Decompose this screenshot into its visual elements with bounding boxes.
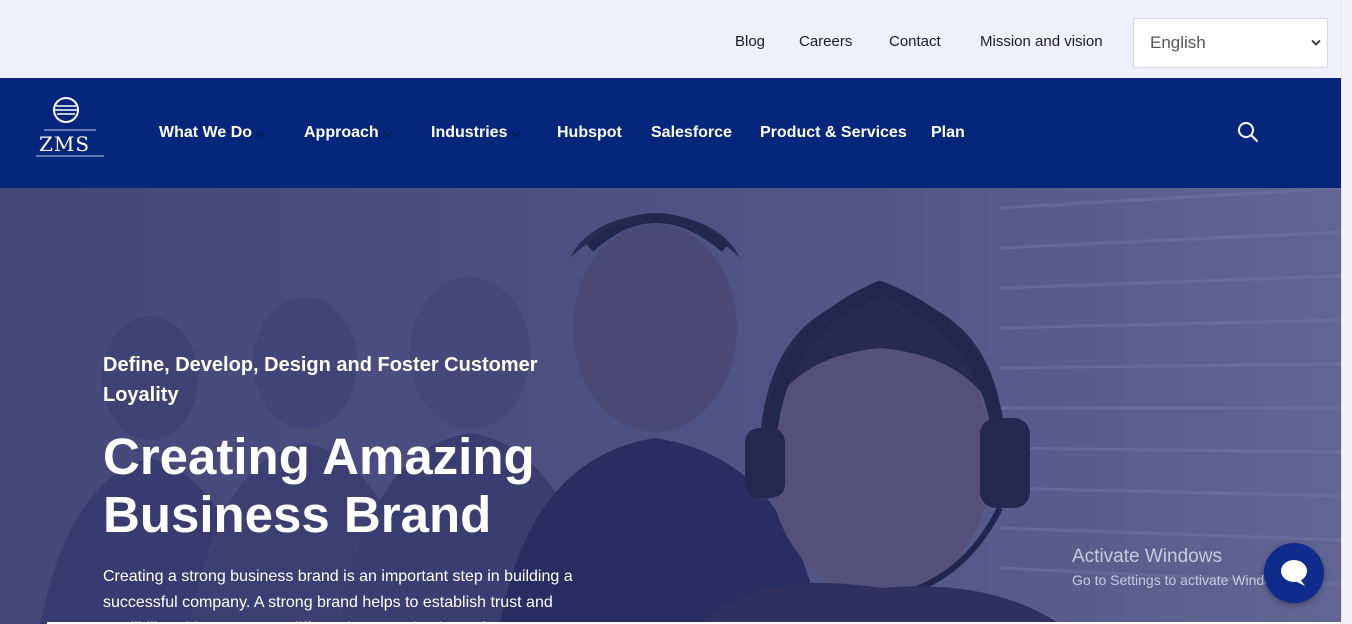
nav-item-label: Industries: [431, 124, 508, 141]
windows-activation-watermark: Activate Windows Go to Settings to activ…: [1072, 546, 1293, 588]
nav-item-label: Product & Services: [760, 124, 907, 141]
nav-item-label: Approach: [304, 124, 379, 141]
watermark-line-2: Go to Settings to activate Windows.: [1072, 572, 1293, 588]
hero-subtitle: Define, Develop, Design and Foster Custo…: [103, 354, 538, 406]
nav-item-approach[interactable]: Approach: [304, 124, 394, 142]
chevron-down-icon: [256, 131, 266, 138]
topbar-link-contact[interactable]: Contact: [889, 33, 941, 50]
company-logo[interactable]: ZMS: [36, 96, 104, 170]
topbar-link-mission[interactable]: Mission and vision: [980, 33, 1103, 50]
nav-item-product-services[interactable]: Product & Services: [760, 124, 907, 142]
language-select[interactable]: English: [1133, 18, 1328, 68]
watermark-line-1: Activate Windows: [1072, 546, 1222, 567]
nav-item-industries[interactable]: Industries: [431, 124, 522, 142]
language-select-value: English: [1150, 33, 1206, 52]
chat-button[interactable]: [1264, 543, 1324, 603]
hero-section: Define, Develop, Design and Foster Custo…: [0, 188, 1341, 624]
hero-title: Creating Amazing Business Brand: [103, 428, 535, 543]
nav-item-label: What We Do: [159, 124, 253, 141]
chevron-down-icon: [383, 131, 393, 138]
chevron-down-icon: [511, 131, 522, 138]
page-scrollbar[interactable]: [1341, 0, 1352, 624]
topbar-link-blog[interactable]: Blog: [735, 33, 765, 50]
nav-item-what-we-do[interactable]: What We Do: [159, 124, 267, 142]
nav-item-label: Salesforce: [651, 124, 732, 141]
nav-item-label: Hubspot: [557, 124, 622, 141]
hero-body-text: Creating a strong business brand is an i…: [103, 568, 573, 624]
nav-item-hubspot[interactable]: Hubspot: [557, 124, 622, 142]
search-icon[interactable]: [1236, 120, 1260, 144]
nav-item-label: Plan: [931, 124, 965, 141]
main-navbar: ZMS What We Do Approach Industries Hubsp…: [0, 78, 1341, 188]
chevron-down-icon: [1311, 39, 1321, 46]
nav-item-plan[interactable]: Plan: [931, 124, 965, 142]
logo-text: ZMS: [39, 132, 90, 156]
nav-item-salesforce[interactable]: Salesforce: [651, 124, 732, 142]
chat-bubble-icon: [1281, 560, 1307, 586]
top-utility-bar: Blog Careers Contact Mission and vision …: [0, 0, 1352, 78]
topbar-link-careers[interactable]: Careers: [799, 33, 852, 50]
